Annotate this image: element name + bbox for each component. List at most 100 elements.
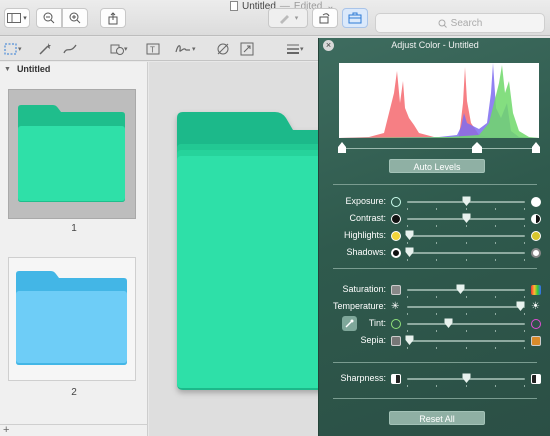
divider — [333, 184, 537, 185]
midpoint-handle[interactable] — [471, 142, 483, 154]
instant-alpha-button[interactable] — [38, 40, 52, 58]
exposure-high-icon — [531, 197, 541, 207]
tint-magenta-icon — [531, 319, 541, 329]
highlight-button[interactable]: ▾ — [268, 8, 308, 28]
chevron-down-icon: ▾ — [192, 46, 196, 53]
toolbar: ▾ Untitled — Edited ⌄ ▾ Search — [0, 0, 550, 36]
eyedropper-button[interactable] — [342, 316, 357, 331]
highlights-high-icon — [531, 231, 541, 241]
tint-ticks — [407, 330, 525, 332]
chevron-down-icon: ▾ — [294, 15, 299, 22]
sepia-high-icon — [531, 336, 541, 346]
sidebar-heading[interactable]: ▼ Untitled — [4, 64, 50, 74]
contrast-label: Contrast: — [349, 213, 386, 223]
add-page-button[interactable]: + — [0, 424, 148, 436]
highlighter-icon — [279, 15, 289, 24]
rotate-button[interactable] — [312, 8, 338, 28]
page-thumbnail-1[interactable] — [8, 89, 136, 219]
divider — [333, 398, 537, 399]
temperature-warm-icon: ☀ — [531, 301, 540, 312]
shapes-icon — [110, 44, 124, 55]
temperature-label: Temperature: — [332, 301, 386, 311]
adjust-color-button[interactable] — [216, 40, 230, 58]
text-tool-button[interactable]: T — [146, 40, 160, 58]
contrast-ticks — [407, 225, 525, 227]
adjust-color-panel: × Adjust Color - Untitled Auto Levels Ex… — [318, 38, 550, 436]
highlights-low-icon — [391, 231, 401, 241]
zoom-in-button[interactable] — [62, 8, 88, 28]
sepia-ticks — [407, 347, 525, 349]
sidebar-icon — [7, 13, 22, 23]
zoom-out-icon — [43, 12, 55, 24]
sepia-slider[interactable] — [407, 340, 525, 342]
sketch-button[interactable] — [62, 40, 78, 58]
search-field[interactable]: Search — [375, 13, 545, 33]
saturation-slider-thumb[interactable] — [456, 284, 465, 295]
thumbnail-sidebar: ▼ Untitled 1 2 + — [0, 62, 148, 436]
saturation-slider[interactable] — [407, 289, 525, 291]
shadows-slider-thumb[interactable] — [405, 247, 414, 258]
highlights-slider-thumb[interactable] — [405, 230, 414, 241]
saturation-ticks — [407, 296, 525, 298]
sepia-row: Sepia: — [319, 333, 550, 349]
sharpness-slider-thumb[interactable] — [462, 373, 471, 384]
tint-slider-thumb[interactable] — [444, 318, 453, 329]
sign-button[interactable]: ▾ — [174, 40, 196, 58]
adjust-size-button[interactable] — [240, 40, 254, 58]
sidebar-heading-text: Untitled — [16, 64, 51, 74]
blue-folder-thumbnail — [16, 271, 127, 365]
saturation-label: Saturation: — [342, 284, 386, 294]
temperature-slider[interactable] — [407, 306, 525, 308]
temperature-cool-icon: ✳ — [391, 301, 400, 312]
exposure-slider-thumb[interactable] — [462, 196, 471, 207]
divider — [333, 362, 537, 363]
tint-slider[interactable] — [407, 323, 525, 325]
adjust-color-icon — [217, 43, 229, 55]
shadows-high-icon — [531, 248, 541, 258]
zoom-out-button[interactable] — [36, 8, 62, 28]
tint-green-icon — [391, 319, 401, 329]
text-box-icon: T — [146, 43, 160, 55]
chevron-down-icon: ▾ — [300, 46, 304, 53]
contrast-high-icon — [531, 214, 541, 224]
shape-style-button[interactable]: ▾ — [286, 40, 304, 58]
reset-all-button[interactable]: Reset All — [389, 411, 485, 425]
sidebar-toggle-button[interactable]: ▾ — [4, 8, 30, 28]
sharpness-row: Sharpness: — [319, 371, 550, 387]
shadows-slider[interactable] — [407, 252, 525, 254]
panel-title: Adjust Color - Untitled — [391, 40, 479, 50]
shapes-button[interactable]: ▾ — [110, 40, 128, 58]
page-thumbnail-2[interactable] — [8, 257, 136, 381]
exposure-low-icon — [391, 197, 401, 207]
shadows-ticks — [407, 259, 525, 261]
shadows-low-icon — [391, 248, 401, 258]
temperature-row: Temperature: ✳ ☀ — [319, 299, 550, 315]
contrast-row: Contrast: — [319, 211, 550, 227]
disclosure-triangle-icon: ▼ — [4, 65, 11, 73]
contrast-slider-thumb[interactable] — [462, 213, 471, 224]
exposure-ticks — [407, 208, 525, 210]
contrast-low-icon — [391, 214, 401, 224]
magic-wand-icon — [39, 43, 51, 55]
sepia-slider-thumb[interactable] — [405, 335, 414, 346]
selection-tool-button[interactable]: ▾ — [4, 40, 22, 58]
toolbox-icon — [348, 12, 362, 24]
tint-label: Tint: — [368, 318, 386, 328]
preview-window: ▾ Untitled — Edited ⌄ ▾ Search ▾ ▾ T ▾ ▾… — [0, 0, 550, 436]
green-folder-thumbnail — [18, 105, 125, 202]
shadows-row: Shadows: — [319, 245, 550, 261]
levels-slider[interactable] — [335, 139, 543, 153]
zoom-in-icon — [69, 12, 81, 24]
chevron-down-icon: ▾ — [18, 46, 22, 53]
auto-levels-button[interactable]: Auto Levels — [389, 159, 485, 173]
share-button[interactable] — [100, 8, 126, 28]
search-placeholder: Search — [450, 17, 483, 29]
highlights-slider[interactable] — [407, 235, 525, 237]
document-icon — [230, 1, 238, 11]
markup-toolbar-button[interactable] — [342, 8, 368, 28]
sharpness-ticks — [407, 385, 525, 387]
rotate-icon — [319, 13, 330, 24]
temperature-slider-thumb[interactable] — [516, 301, 525, 312]
white-point-handle[interactable] — [531, 142, 541, 154]
black-point-handle[interactable] — [337, 142, 347, 154]
